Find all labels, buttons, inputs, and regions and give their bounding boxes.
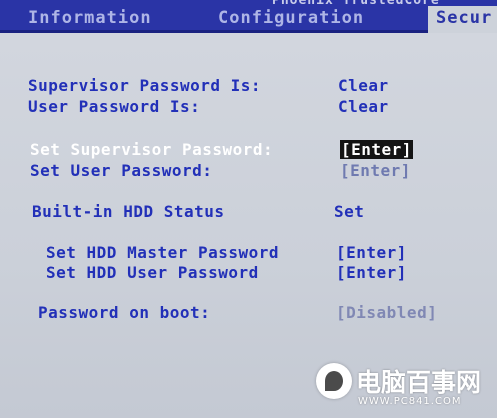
set-user-password-label: Set User Password: (30, 161, 213, 180)
set-supervisor-password-label: Set Supervisor Password: (30, 140, 274, 159)
bios-screen: Phoenix TrustedCore Information Configur… (0, 0, 497, 418)
hdd-status-label: Built-in HDD Status (32, 202, 225, 221)
set-hdd-master-password-label: Set HDD Master Password (46, 243, 280, 262)
set-hdd-user-password-label: Set HDD User Password (46, 263, 259, 282)
user-password-status-label: User Password Is: (28, 97, 201, 116)
set-hdd-user-password-value[interactable]: [Enter] (336, 263, 407, 282)
password-on-boot-label: Password on boot: (38, 303, 211, 322)
product-title: Phoenix TrustedCore (272, 0, 440, 8)
security-panel: Supervisor Password Is: Clear User Passw… (0, 33, 497, 418)
set-user-password-value[interactable]: [Enter] (340, 161, 411, 180)
set-hdd-master-password-value[interactable]: [Enter] (336, 243, 407, 262)
hdd-status-value: Set (334, 202, 365, 221)
supervisor-password-status-label: Supervisor Password Is: (28, 76, 262, 95)
leaf-logo-icon (316, 363, 352, 399)
menu-bar: Phoenix TrustedCore Information Configur… (0, 0, 497, 34)
tab-security[interactable]: Secur (428, 6, 497, 34)
tab-configuration[interactable]: Configuration (218, 8, 364, 28)
supervisor-password-status-value: Clear (338, 76, 389, 95)
watermark-url: WWW.PC841.COM (358, 396, 462, 407)
tab-information[interactable]: Information (28, 8, 152, 28)
watermark-text: 电脑百事网 (356, 368, 482, 397)
password-on-boot-value[interactable]: [Disabled] (336, 303, 437, 322)
set-supervisor-password-value[interactable]: [Enter] (340, 140, 413, 159)
user-password-status-value: Clear (338, 97, 389, 116)
